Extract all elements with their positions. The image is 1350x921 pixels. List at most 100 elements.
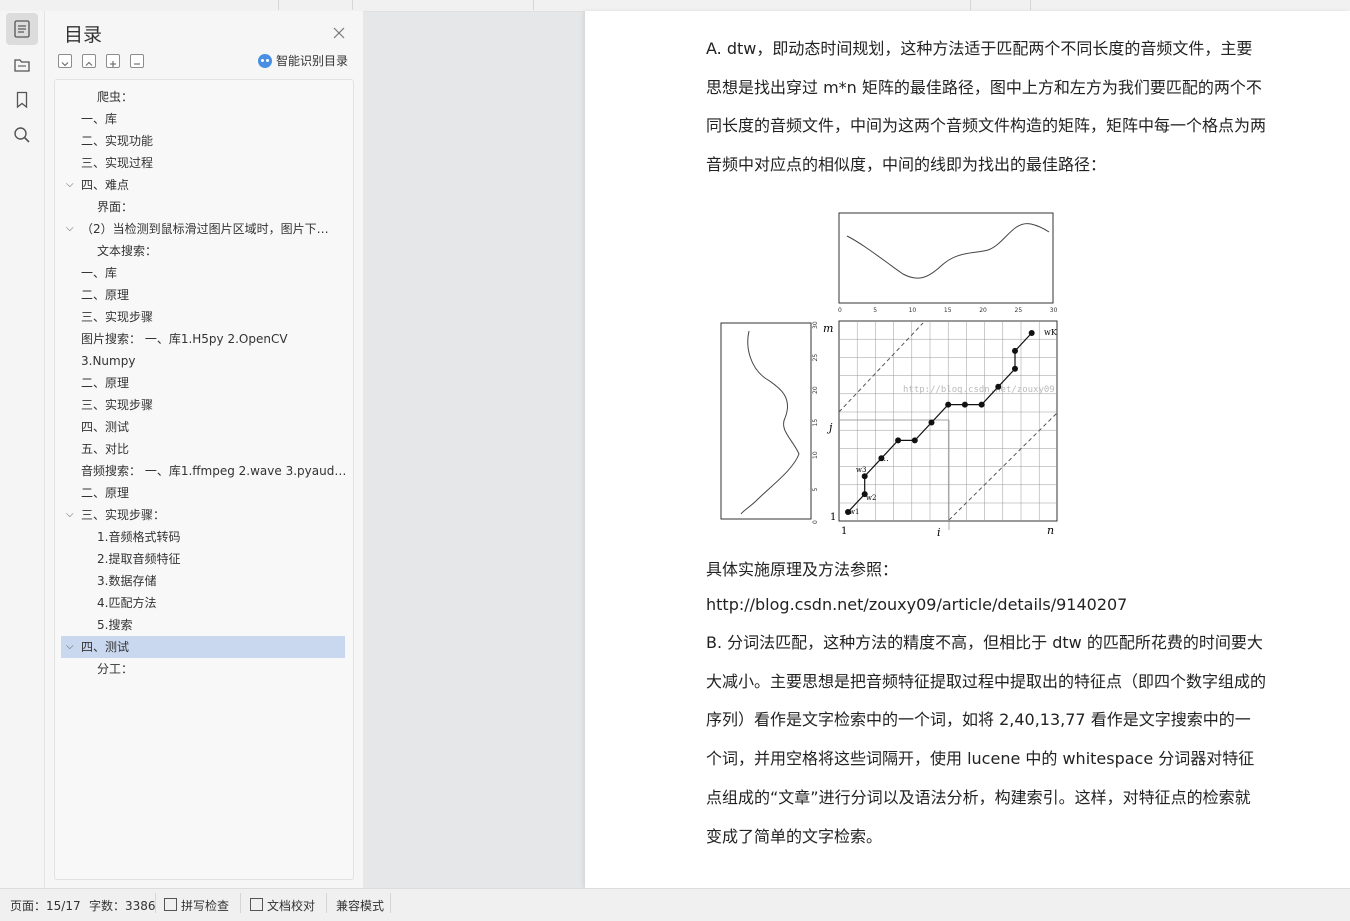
bookmark-button[interactable] [6,84,38,116]
toc-item[interactable]: 5.搜索 [61,614,345,636]
top-axis-tick-label: 25 [1015,307,1023,314]
toc-item[interactable]: ⌵ 四、测试 [61,636,345,658]
toc-item[interactable]: 一、库 [61,108,345,130]
label-i: i [937,526,941,539]
toc-item[interactable]: 三、实现步骤 [61,394,345,416]
left-axis-ticks: 30 25 20 15 10 5 0 [812,321,819,524]
collapse-all-button[interactable] [82,54,96,68]
search-icon [14,127,30,143]
label-origin-y: 1 [830,512,836,523]
chevron-down-icon[interactable]: ⌵ [66,174,74,196]
toc-item[interactable]: 二、实现功能 [61,130,345,152]
toc-item[interactable]: 3.数据存储 [61,570,345,592]
toc-item[interactable]: 三、实现过程 [61,152,345,174]
smart-toc-label: 智能识别目录 [276,54,349,68]
toc-item[interactable]: 二、原理 [61,482,345,504]
status-separator [326,893,327,913]
label-n: n [1047,524,1054,537]
document-list-icon [14,20,30,38]
word-count[interactable]: 字数：3386 [89,897,156,914]
ruler-tick [352,0,353,10]
warping-path-point [995,383,1002,390]
toc-item[interactable]: 爬虫： [61,86,345,108]
label-m: m [823,322,833,335]
top-axis-tick-label: 30 [1050,307,1058,314]
status-separator [155,893,156,913]
proofread-label: 文档校对 [267,899,316,913]
toc-item[interactable]: ⌵ 三、实现步骤： [61,504,345,526]
chevron-down-icon[interactable]: ⌵ [66,218,74,240]
label-j: j [826,421,833,434]
chevron-down-icon[interactable]: ⌵ [66,504,74,526]
toc-item[interactable]: 四、测试 [61,416,345,438]
status-separator [240,893,241,913]
top-axis-tick-label: 0 [838,307,842,314]
reference-url[interactable]: http://blog.csdn.net/zouxy09/article/det… [706,595,1127,614]
toc-item-label: 5.搜索 [97,618,133,632]
warping-path-point [928,419,935,426]
toc-item[interactable]: 音频搜索： 一、库1.ffmpeg 2.wave 3.pyaud… [61,460,345,482]
ruler-tick [970,0,971,10]
label-w1: w1 [849,508,859,516]
checkbox-icon [164,898,177,911]
expand-all-button[interactable] [58,54,72,68]
toc-item[interactable]: 文本搜索： [61,240,345,262]
remove-heading-button[interactable] [130,54,144,68]
toc-item[interactable]: 一、库 [61,262,345,284]
paragraph-a: A. dtw，即动态时间规划，这种方法适于匹配两个不同长度的音频文件，主要思想是… [706,30,1266,185]
warping-path-point [911,437,918,444]
toc-item-label: 二、实现功能 [81,134,154,148]
toc-item[interactable]: ⌵ （2）当检测到鼠标滑过图片区域时，图片下… [61,218,345,240]
folder-tree-icon [14,59,30,72]
toc-item[interactable]: 2.提取音频特征 [61,548,345,570]
search-button[interactable] [6,119,38,151]
toc-panel-button[interactable] [6,13,38,45]
toc-item[interactable]: 分工： [61,658,345,680]
chevron-down-icon[interactable]: ⌵ [66,636,74,658]
toc-item[interactable]: 3.Numpy [61,350,345,372]
toc-item-label: 三、实现步骤 [81,398,154,412]
toc-item[interactable]: 界面： [61,196,345,218]
toc-item[interactable]: 三、实现步骤 [61,306,345,328]
paragraph-b: B. 分词法匹配，这种方法的精度不高，但相比于 dtw 的匹配所花费的时间要大大… [706,624,1266,856]
toc-item[interactable]: 1.音频格式转码 [61,526,345,548]
close-icon[interactable] [332,26,346,40]
label-ellipsis: ... [881,454,889,463]
proofread-button[interactable]: 文档校对 [250,897,315,914]
warping-path-point [961,401,968,408]
robot-icon [258,53,272,68]
label-w2: w2 [866,494,876,502]
top-axis-tick-label: 15 [944,307,952,314]
toc-item-label: （2）当检测到鼠标滑过图片区域时，图片下… [81,222,329,236]
left-signal-frame [720,322,812,520]
left-axis-tick-label: 20 [812,386,819,394]
chevron-down-icon [61,62,69,67]
reference-label: 具体实施原理及方法参照： [706,560,899,579]
toc-item-label: 二、原理 [81,486,130,500]
toc-item-label: 音频搜索： 一、库1.ffmpeg 2.wave 3.pyaud… [81,464,345,478]
toc-item[interactable]: ⌵ 四、难点 [61,174,345,196]
ruler-tick [533,0,534,10]
add-heading-button[interactable] [106,54,120,68]
toc-item[interactable]: 二、原理 [61,284,345,306]
warping-path-point [861,473,868,480]
spell-check-button[interactable]: 拼写检查 [164,897,229,914]
structure-button[interactable] [6,49,38,81]
toc-item-label: 三、实现过程 [81,156,154,170]
proofread-icon [250,898,263,911]
top-axis-ticks: 0 5 10 15 20 25 30 [838,307,1058,314]
toc-toolbar [58,54,144,68]
smart-toc-button[interactable]: 智能识别目录 [258,52,348,69]
document-page: A. dtw，即动态时间规划，这种方法适于匹配两个不同长度的音频文件，主要思想是… [585,11,1350,888]
toc-item[interactable]: 4.匹配方法 [61,592,345,614]
toc-item-label: 爬虫： [97,90,134,104]
minus-icon [134,63,140,65]
top-axis-tick-label: 5 [873,307,877,314]
toc-item[interactable]: 图片搜索： 一、库1.H5py 2.OpenCV [61,328,345,350]
toc-list: 爬虫： 一、库 二、实现功能 三、实现过程 ⌵ 四、难点 界面： ⌵ （2）当检测到鼠标滑过图片… [54,79,354,880]
compat-mode-button[interactable]: 兼容模式 [336,897,384,914]
toc-item[interactable]: 五、对比 [61,438,345,460]
chevron-up-icon [85,61,93,66]
toc-item[interactable]: 二、原理 [61,372,345,394]
page-indicator[interactable]: 页面：15/17 [10,897,81,914]
